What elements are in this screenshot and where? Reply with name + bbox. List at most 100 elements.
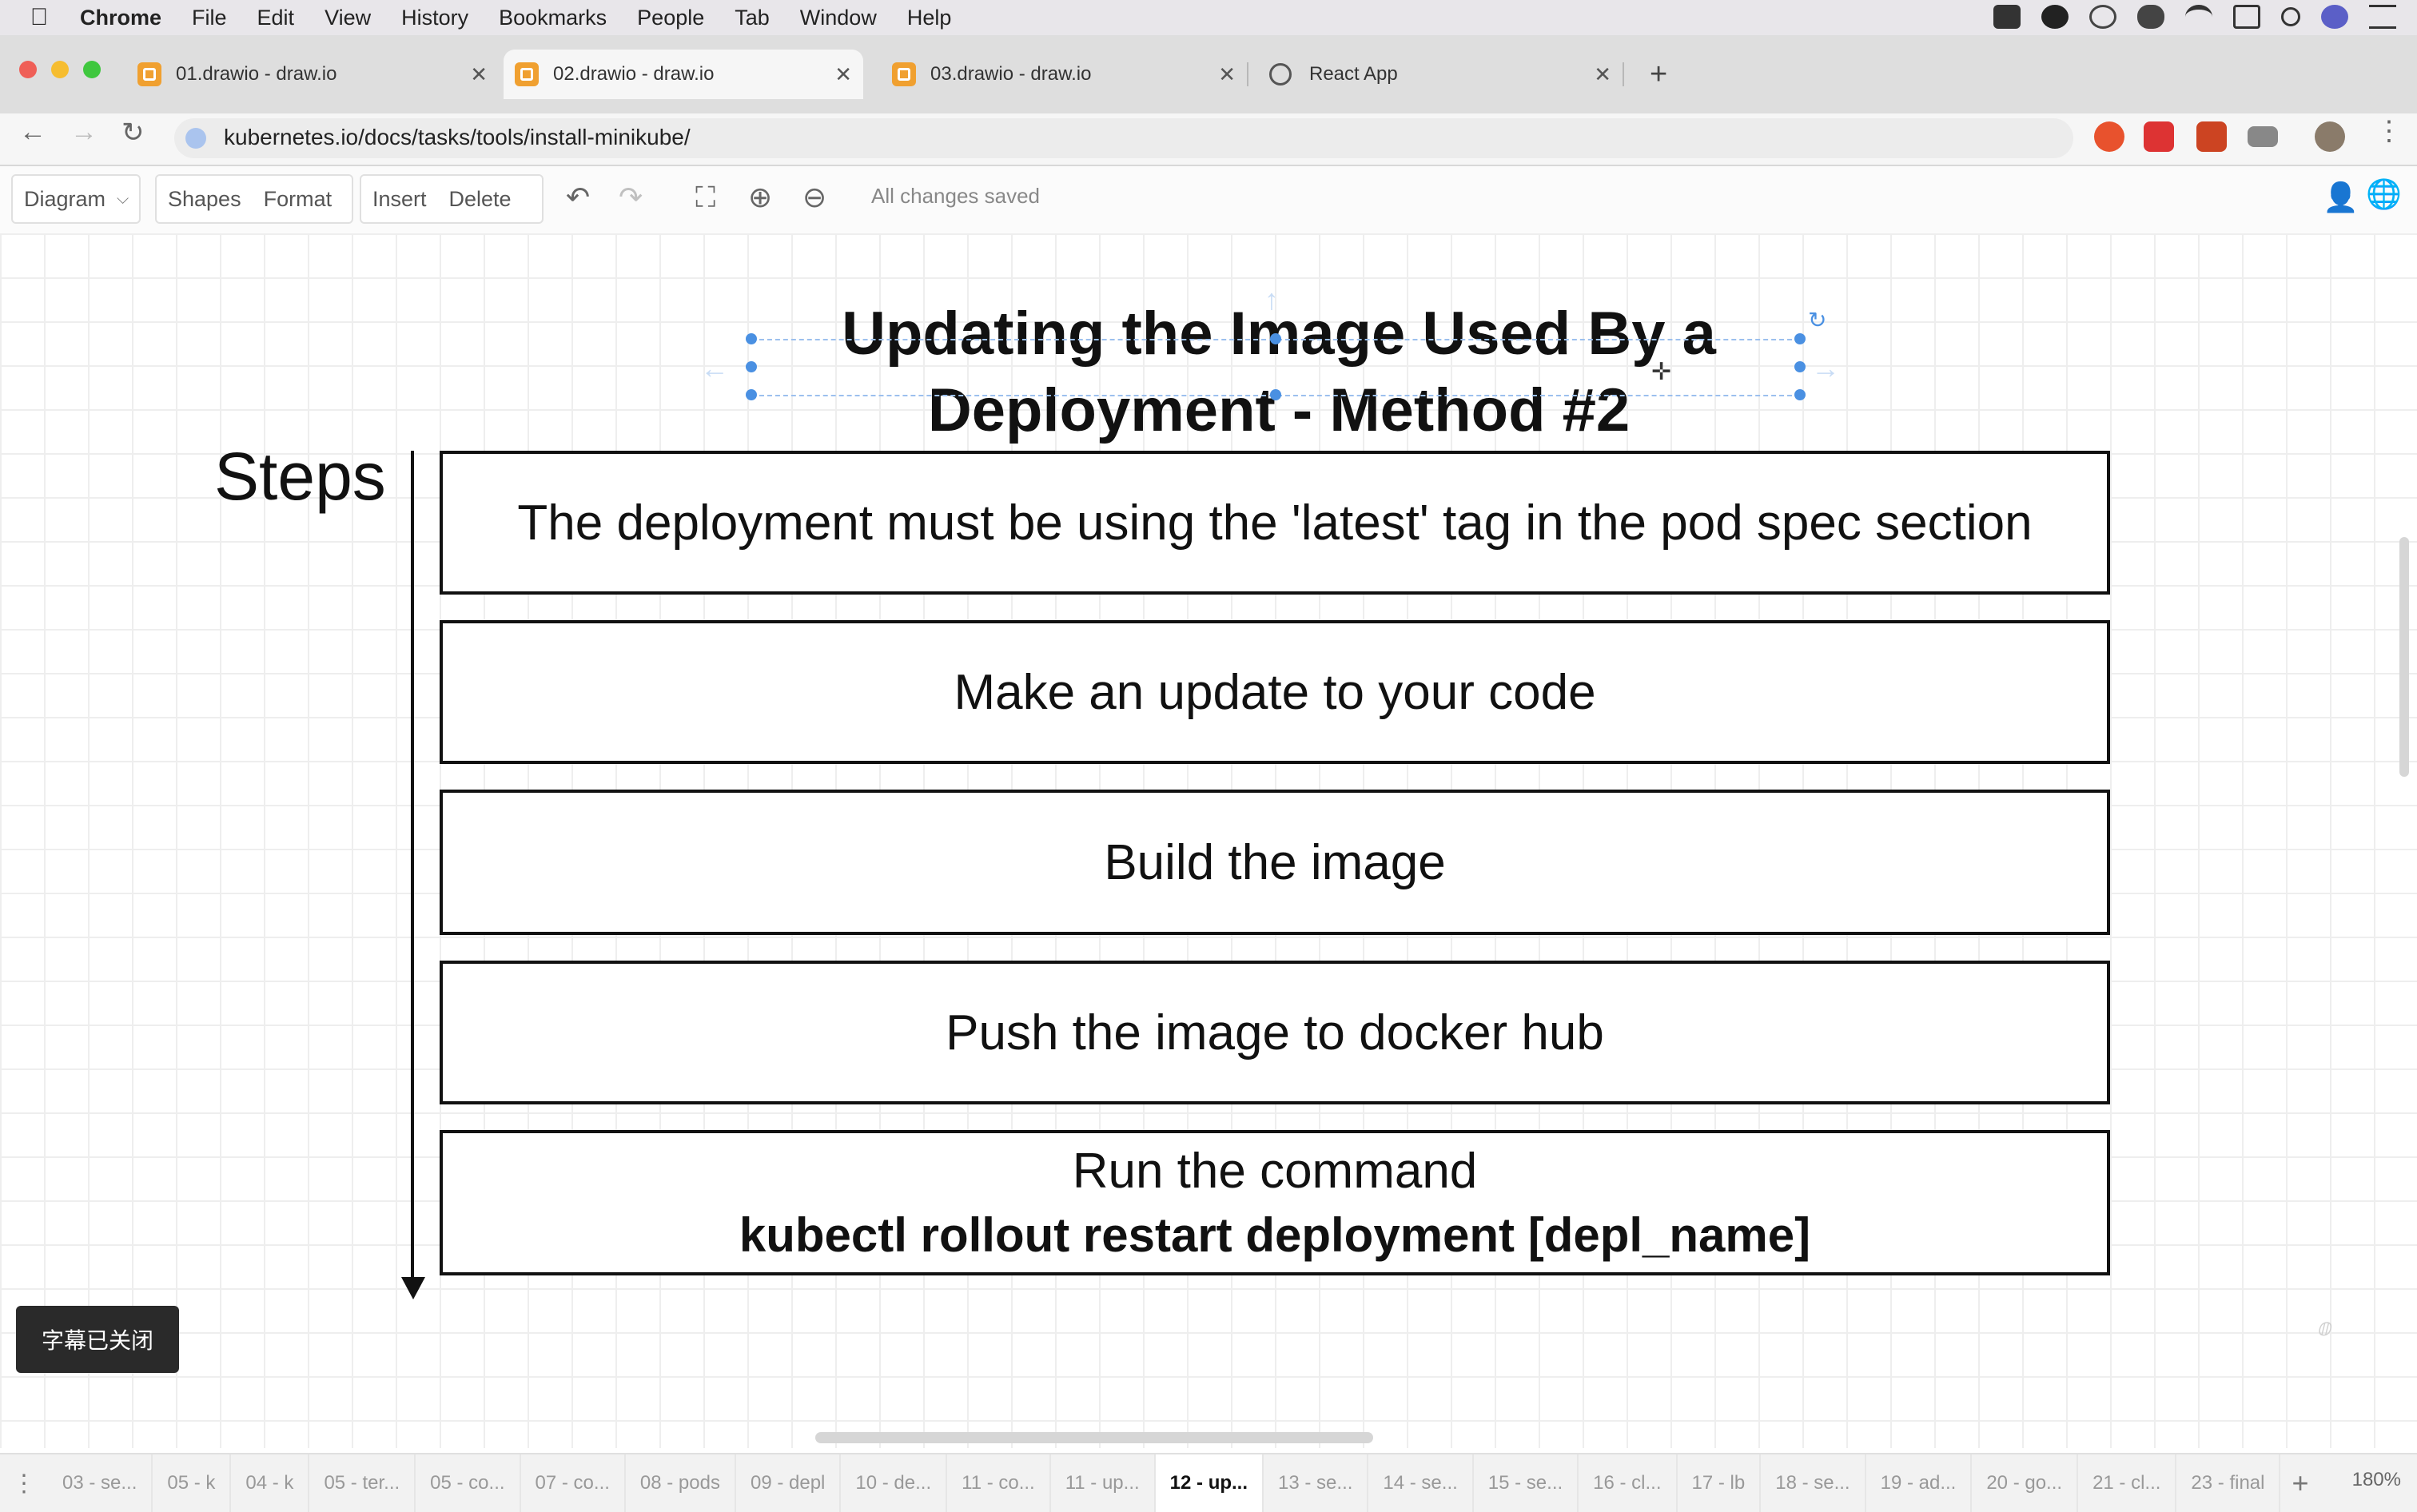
page-tab[interactable]: 16 - cl... xyxy=(1579,1454,1678,1512)
page-tab[interactable]: 05 - k xyxy=(153,1454,232,1512)
undo-icon[interactable]: ↶ xyxy=(566,181,590,214)
page-tab[interactable]: 05 - co... xyxy=(416,1454,521,1512)
resize-handle[interactable] xyxy=(1794,361,1806,372)
resize-handle[interactable] xyxy=(746,389,757,400)
apple-menu-icon[interactable]:  xyxy=(27,6,51,30)
menu-help[interactable]: Help xyxy=(907,6,952,30)
delete-button[interactable]: Delete xyxy=(438,187,523,212)
browser-tab-01[interactable]: 01.drawio - draw.io ✕ xyxy=(137,50,488,99)
menu-people[interactable]: People xyxy=(637,6,704,30)
steps-arrow[interactable] xyxy=(411,451,414,1279)
resize-handle[interactable] xyxy=(1794,389,1806,400)
menu-view[interactable]: View xyxy=(325,6,371,30)
page-tab[interactable]: 09 - depl xyxy=(736,1454,842,1512)
menu-edit[interactable]: Edit xyxy=(257,6,295,30)
language-globe-icon[interactable]: 🌐 xyxy=(2366,177,2402,211)
pages-menu-icon[interactable]: ⋮ xyxy=(0,1470,48,1498)
vertical-scrollbar[interactable] xyxy=(2399,537,2409,777)
window-close-button[interactable] xyxy=(19,61,37,78)
chrome-menu-icon[interactable]: ⋮ xyxy=(2375,115,2403,147)
steps-label[interactable]: Steps xyxy=(214,438,386,515)
page-tab-active[interactable]: 12 - up... xyxy=(1155,1454,1264,1512)
horizontal-scrollbar[interactable] xyxy=(815,1432,1373,1443)
notification-center-icon[interactable] xyxy=(2369,5,2396,29)
page-tab[interactable]: 21 - cl... xyxy=(2078,1454,2177,1512)
resize-handle[interactable] xyxy=(746,361,757,372)
back-arrow-icon[interactable]: ← xyxy=(19,117,46,148)
window-zoom-button[interactable] xyxy=(83,61,101,78)
step-box-1[interactable]: The deployment must be using the 'latest… xyxy=(440,451,2110,595)
page-tab[interactable]: 05 - ter... xyxy=(309,1454,416,1512)
site-info-icon[interactable] xyxy=(185,128,206,149)
page-tab[interactable]: 18 - se... xyxy=(1761,1454,1866,1512)
page-tab[interactable]: 04 - k xyxy=(231,1454,310,1512)
red-extension-icon[interactable] xyxy=(2144,121,2174,152)
menu-file[interactable]: File xyxy=(192,6,227,30)
forward-arrow-icon[interactable]: → xyxy=(70,117,98,148)
glasses-icon[interactable] xyxy=(2089,5,2116,29)
fullscreen-icon[interactable]: ⛶ xyxy=(695,181,715,215)
page-tab[interactable]: 07 - co... xyxy=(521,1454,626,1512)
page-tab[interactable]: 11 - co... xyxy=(947,1454,1051,1512)
format-button[interactable]: Format xyxy=(253,187,344,212)
diagram-menu[interactable]: Diagram ⌵ xyxy=(11,174,141,224)
record-icon[interactable] xyxy=(2041,5,2069,29)
cloud-icon[interactable] xyxy=(2137,5,2164,29)
page-tab[interactable]: 14 - se... xyxy=(1368,1454,1474,1512)
menu-app-chrome[interactable]: Chrome xyxy=(80,6,161,30)
wifi-icon[interactable] xyxy=(2185,5,2212,29)
spotlight-search-icon[interactable] xyxy=(2281,7,2300,26)
resize-handle[interactable] xyxy=(746,333,757,344)
subtitles-toggle[interactable]: 字幕已关闭 xyxy=(16,1306,179,1373)
rotate-handle-icon[interactable]: ↻ xyxy=(1808,307,1826,333)
address-bar[interactable]: kubernetes.io/docs/tasks/tools/install-m… xyxy=(174,118,2073,158)
reload-icon[interactable]: ↻ xyxy=(121,117,145,149)
zoom-level[interactable]: 180% xyxy=(2352,1469,2401,1491)
docker-icon[interactable] xyxy=(1993,5,2021,29)
page-tab[interactable]: 15 - se... xyxy=(1474,1454,1579,1512)
menu-bookmarks[interactable]: Bookmarks xyxy=(499,6,607,30)
add-page-button[interactable]: + xyxy=(2292,1466,2308,1500)
zoom-in-icon[interactable]: ⊕ xyxy=(748,181,772,214)
resize-handle[interactable] xyxy=(1270,333,1281,344)
resize-handle[interactable] xyxy=(1270,389,1281,400)
page-tab[interactable]: 08 - pods xyxy=(626,1454,736,1512)
page-tab[interactable]: 23 - final xyxy=(2176,1454,2281,1512)
connect-arrow-right-icon[interactable]: → xyxy=(1811,352,1840,385)
page-tab[interactable]: 13 - se... xyxy=(1264,1454,1369,1512)
page-tab[interactable]: 17 - lb xyxy=(1678,1454,1762,1512)
page-tab[interactable]: 19 - ad... xyxy=(1866,1454,1973,1512)
tab-close-icon[interactable]: ✕ xyxy=(1594,62,1611,87)
menu-history[interactable]: History xyxy=(401,6,468,30)
resize-handle[interactable] xyxy=(1794,333,1806,344)
reader-extension-icon[interactable] xyxy=(2248,126,2278,147)
tab-close-icon[interactable]: ✕ xyxy=(1218,62,1236,87)
siri-icon[interactable] xyxy=(2321,5,2348,29)
step-box-4[interactable]: Push the image to docker hub xyxy=(440,961,2110,1104)
shapes-button[interactable]: Shapes xyxy=(157,187,253,212)
window-minimize-button[interactable] xyxy=(51,61,69,78)
menu-tab[interactable]: Tab xyxy=(735,6,770,30)
page-tab[interactable]: 20 - go... xyxy=(1972,1454,2079,1512)
tab-close-icon[interactable]: ✕ xyxy=(470,62,488,87)
page-tab[interactable]: 10 - de... xyxy=(841,1454,948,1512)
battery-icon[interactable] xyxy=(2233,5,2260,29)
page-tab[interactable]: 11 - up... xyxy=(1051,1454,1156,1512)
user-icon[interactable]: 👤 xyxy=(2323,181,2359,214)
browser-tab-02[interactable]: 02.drawio - draw.io ✕ xyxy=(504,50,863,99)
new-tab-button[interactable]: + xyxy=(1650,50,1667,99)
connect-arrow-up-icon[interactable]: ↑ xyxy=(1264,283,1279,316)
insert-button[interactable]: Insert xyxy=(361,187,438,212)
tab-close-icon[interactable]: ✕ xyxy=(834,62,852,87)
browser-tab-03[interactable]: 03.drawio - draw.io ✕ xyxy=(892,50,1236,99)
step-box-2[interactable]: Make an update to your code xyxy=(440,620,2110,764)
zoom-out-icon[interactable]: ⊖ xyxy=(802,181,826,214)
connect-arrow-left-icon[interactable]: ← xyxy=(700,352,729,385)
step-box-5[interactable]: Run the command kubectl rollout restart … xyxy=(440,1130,2110,1275)
profile-avatar[interactable] xyxy=(2315,121,2345,152)
step-box-3[interactable]: Build the image xyxy=(440,790,2110,935)
shield-extension-icon[interactable] xyxy=(2196,121,2227,152)
menu-window[interactable]: Window xyxy=(800,6,877,30)
redo-icon[interactable]: ↷ xyxy=(619,181,643,214)
browser-tab-react-app[interactable]: React App ✕ xyxy=(1269,50,1611,99)
